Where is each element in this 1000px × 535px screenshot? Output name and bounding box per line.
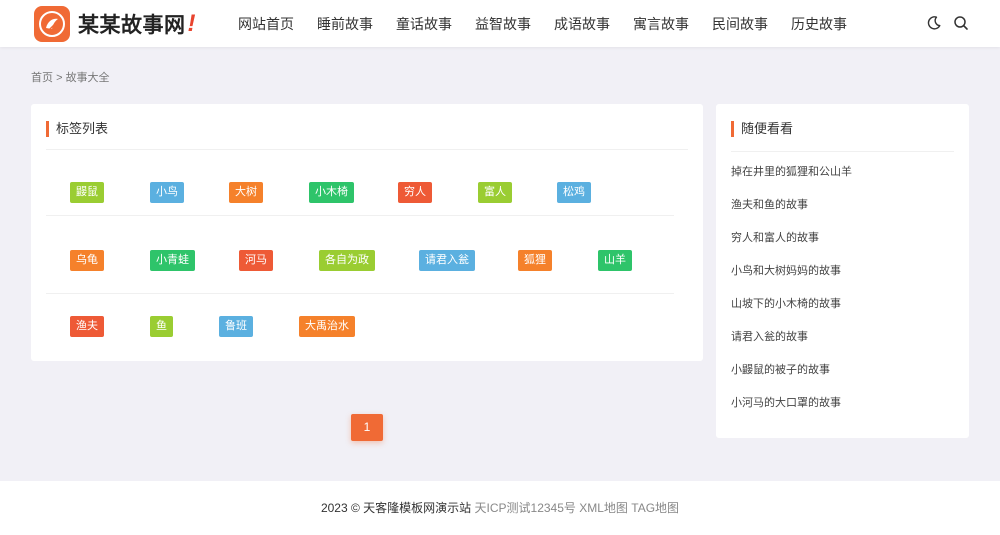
- pagination-current-page[interactable]: 1: [351, 414, 383, 441]
- tag-item[interactable]: 小鸟: [150, 182, 184, 203]
- nav-puzzle-stories[interactable]: 益智故事: [475, 14, 531, 34]
- sidebar-list: 掉在井里的狐狸和公山羊 渔夫和鱼的故事 穷人和富人的故事 小鸟和大树妈妈的故事 …: [731, 162, 852, 426]
- breadcrumb-separator: >: [56, 72, 63, 84]
- tag-item[interactable]: 小青蛙: [150, 250, 195, 271]
- tag-row: 乌龟 小青蛙 河马 各自为政 请君入瓮 狐狸 山羊: [46, 228, 674, 294]
- footer-copyright: 2023 © 天客隆模板网演示站: [320, 501, 472, 515]
- search-icon[interactable]: [953, 15, 969, 31]
- nav-history-stories[interactable]: 历史故事: [791, 14, 847, 34]
- tag-item[interactable]: 穷人: [398, 182, 432, 203]
- site-header: 某某故事网 ! 网站首页 睡前故事 童话故事 益智故事 成语故事 寓言故事 民间…: [0, 0, 1000, 47]
- nav-home[interactable]: 网站首页: [238, 14, 294, 34]
- tag-item[interactable]: 鱼: [150, 316, 173, 337]
- nav-fables[interactable]: 寓言故事: [633, 14, 689, 34]
- nav-bedtime-stories[interactable]: 睡前故事: [317, 14, 373, 34]
- footer-xml-map-link[interactable]: XML地图: [579, 501, 628, 515]
- nav-fairy-tales[interactable]: 童话故事: [396, 14, 452, 34]
- site-footer: 2023 © 天客隆模板网演示站 天ICP测试12345号 XML地图 TAG地…: [0, 481, 1000, 535]
- sidebar-story-link[interactable]: 渔夫和鱼的故事: [731, 195, 852, 228]
- nav-folk-stories[interactable]: 民间故事: [712, 14, 768, 34]
- sidebar-story-link[interactable]: 小河马的大口罩的故事: [731, 393, 852, 426]
- footer-tag-map-link[interactable]: TAG地图: [631, 501, 679, 515]
- tag-item[interactable]: 河马: [239, 250, 273, 271]
- main-nav: 网站首页 睡前故事 童话故事 益智故事 成语故事 寓言故事 民间故事 历史故事: [238, 0, 870, 47]
- tag-item[interactable]: 富人: [478, 182, 512, 203]
- tag-item[interactable]: 山羊: [598, 250, 632, 271]
- logo-icon: [34, 6, 70, 42]
- tag-item[interactable]: 狐狸: [518, 250, 552, 271]
- random-stories-sidebar: 随便看看 掉在井里的狐狸和公山羊 渔夫和鱼的故事 穷人和富人的故事 小鸟和大树妈…: [716, 104, 969, 438]
- divider: [731, 151, 954, 152]
- tag-item[interactable]: 请君入瓮: [419, 250, 475, 271]
- tag-item[interactable]: 大禹治水: [299, 316, 355, 337]
- logo-exclamation: !: [187, 10, 196, 37]
- tag-item[interactable]: 大树: [229, 182, 263, 203]
- tag-item[interactable]: 各自为政: [319, 250, 375, 271]
- tag-item[interactable]: 松鸡: [557, 182, 591, 203]
- tag-item[interactable]: 乌龟: [70, 250, 104, 271]
- site-logo[interactable]: 某某故事网 !: [34, 6, 196, 42]
- breadcrumb-home[interactable]: 首页: [31, 72, 53, 84]
- tag-item[interactable]: 鼹鼠: [70, 182, 104, 203]
- sidebar-title: 随便看看: [731, 121, 793, 137]
- panel-title: 标签列表: [46, 121, 108, 137]
- tag-item[interactable]: 鲁班: [219, 316, 253, 337]
- logo-text: 某某故事网: [78, 13, 186, 37]
- sidebar-story-link[interactable]: 穷人和富人的故事: [731, 228, 852, 261]
- tag-row: 渔夫 鱼 鲁班 大禹治水: [46, 294, 674, 360]
- tag-item[interactable]: 小木椅: [309, 182, 354, 203]
- sidebar-story-link[interactable]: 小鼹鼠的被子的故事: [731, 360, 852, 393]
- tag-list-panel: 标签列表 鼹鼠 小鸟 大树 小木椅 穷人 富人 松鸡 乌龟 小青蛙 河马 各自为…: [31, 104, 703, 361]
- moon-icon[interactable]: [926, 15, 942, 31]
- breadcrumb-current[interactable]: 故事大全: [66, 72, 110, 84]
- footer-icp-link[interactable]: 天ICP测试12345号: [475, 501, 576, 515]
- sidebar-story-link[interactable]: 请君入瓮的故事: [731, 327, 852, 360]
- breadcrumb: 首页 > 故事大全: [31, 69, 110, 85]
- tag-row: 鼹鼠 小鸟 大树 小木椅 穷人 富人 松鸡: [46, 150, 674, 216]
- tag-item[interactable]: 渔夫: [70, 316, 104, 337]
- sidebar-story-link[interactable]: 掉在井里的狐狸和公山羊: [731, 162, 852, 195]
- sidebar-story-link[interactable]: 小鸟和大树妈妈的故事: [731, 261, 852, 294]
- sidebar-story-link[interactable]: 山坡下的小木椅的故事: [731, 294, 852, 327]
- nav-idiom-stories[interactable]: 成语故事: [554, 14, 610, 34]
